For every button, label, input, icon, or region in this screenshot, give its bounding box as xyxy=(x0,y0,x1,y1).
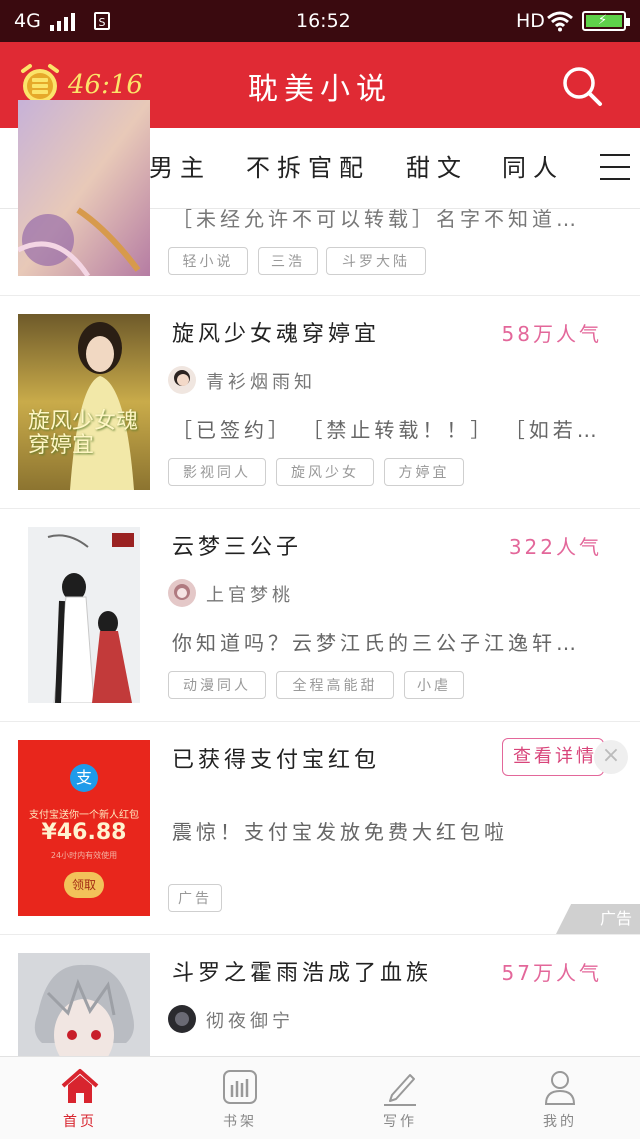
signal-icon xyxy=(50,13,76,31)
user-icon xyxy=(544,1071,576,1105)
search-icon[interactable] xyxy=(560,64,604,108)
ad-cover-amount: ¥46.88 xyxy=(41,820,127,845)
book-tag[interactable]: 全程高能甜 xyxy=(276,671,394,699)
view-details-button[interactable]: 查看详情 xyxy=(502,738,604,776)
ad-cover-button: 领取 xyxy=(64,872,104,898)
author-name: 彻夜御宁 xyxy=(206,1011,294,1032)
nav-label: 书架 xyxy=(223,1114,257,1130)
nav-profile[interactable]: 我的 xyxy=(480,1057,640,1139)
book-popularity: 58万人气 xyxy=(501,322,602,346)
book-tag[interactable]: 影视同人 xyxy=(168,458,266,486)
book-item[interactable]: 云梦三公子 322人气 上官梦桃 你知道吗？云梦江氏的三公子江逸轩… 动漫同人 … xyxy=(0,509,640,722)
ad-cover-text: 支付宝送你一个新人红包 xyxy=(29,810,139,821)
book-description: ［未经允许不可以转载］名字不知道… xyxy=(172,207,580,231)
ad-tag: 广告 xyxy=(168,884,222,912)
book-item[interactable]: 斗罗之霍雨浩成了血族 57万人气 彻夜御宁 xyxy=(0,935,640,1056)
book-item[interactable]: ［未经允许不可以转载］名字不知道… 轻小说 三浩 斗罗大陆 xyxy=(0,100,640,296)
book-popularity: 57万人气 xyxy=(501,961,602,985)
cover-title: 旋风少女魂穿婷宜 xyxy=(28,409,139,458)
book-cover xyxy=(18,953,150,1056)
clock-time: 16:52 xyxy=(296,10,351,32)
hd-indicator: HD xyxy=(516,10,545,32)
pen-icon xyxy=(384,1074,416,1106)
ad-title[interactable]: 已获得支付宝红包 xyxy=(172,742,380,774)
avatar xyxy=(168,579,196,607)
book-tag[interactable]: 方婷宜 xyxy=(384,458,464,486)
menu-icon[interactable] xyxy=(600,154,630,180)
book-cover xyxy=(28,527,140,703)
ad-badge: 广告 xyxy=(556,904,640,934)
avatar xyxy=(168,366,196,394)
book-description: 你知道吗？云梦江氏的三公子江逸轩… xyxy=(172,631,580,655)
book-description: ［已签约］ ［禁止转载！！］ ［如若… xyxy=(172,418,601,442)
ad-description: 震惊！支付宝发放免费大红包啦 xyxy=(172,820,508,844)
ad-cover-note: 24小时内有效使用 xyxy=(50,851,118,860)
nav-bookshelf[interactable]: 书架 xyxy=(160,1057,320,1139)
book-tag[interactable]: 斗罗大陆 xyxy=(326,247,426,275)
book-title[interactable]: 云梦三公子 xyxy=(172,529,302,561)
avatar xyxy=(168,1005,196,1033)
network-type: 4G xyxy=(14,10,41,32)
battery-icon: ⚡ xyxy=(582,11,630,31)
nav-label: 写作 xyxy=(383,1114,417,1130)
book-cover: 旋风少女魂穿婷宜 xyxy=(18,314,150,490)
tab-fanfic[interactable]: 同人 xyxy=(502,148,564,183)
book-tag[interactable]: 小虐 xyxy=(404,671,464,699)
book-tag[interactable]: 旋风少女 xyxy=(276,458,374,486)
close-icon[interactable]: × xyxy=(594,740,628,774)
bottom-navigation: 首页 书架 写作 我的 xyxy=(0,1056,640,1139)
book-tag[interactable]: 动漫同人 xyxy=(168,671,266,699)
alipay-logo-icon: 支 xyxy=(70,764,98,792)
ad-cover: 支 支付宝送你一个新人红包 ¥46.88 24小时内有效使用 领取 xyxy=(18,740,150,916)
tab-sweet[interactable]: 甜文 xyxy=(406,148,468,183)
author-name: 上官梦桃 xyxy=(206,585,294,606)
book-item[interactable]: 旋风少女魂穿婷宜 旋风少女魂穿婷宜 58万人气 青衫烟雨知 ［已签约］ ［禁止转… xyxy=(0,296,640,509)
nav-home[interactable]: 首页 xyxy=(0,1057,160,1139)
book-title[interactable]: 旋风少女魂穿婷宜 xyxy=(172,316,380,348)
nav-write[interactable]: 写作 xyxy=(320,1057,480,1139)
nav-label: 我的 xyxy=(543,1114,577,1130)
book-popularity: 322人气 xyxy=(508,535,602,559)
ad-item[interactable]: 支 支付宝送你一个新人红包 ¥46.88 24小时内有效使用 领取 已获得支付宝… xyxy=(0,722,640,935)
book-tag[interactable]: 轻小说 xyxy=(168,247,248,275)
book-tag[interactable]: 三浩 xyxy=(258,247,318,275)
book-title[interactable]: 斗罗之霍雨浩成了血族 xyxy=(172,955,432,987)
nav-label: 首页 xyxy=(63,1114,97,1130)
tab-no-split-pairing[interactable]: 不拆官配 xyxy=(246,148,370,183)
home-icon xyxy=(61,1069,99,1103)
book-cover xyxy=(18,100,150,276)
author-name: 青衫烟雨知 xyxy=(206,372,316,393)
bookshelf-icon xyxy=(223,1070,257,1104)
wifi-icon xyxy=(547,11,573,32)
status-bar: 4G S 16:52 HD ⚡ xyxy=(0,0,640,42)
sim-icon: S xyxy=(94,12,110,30)
